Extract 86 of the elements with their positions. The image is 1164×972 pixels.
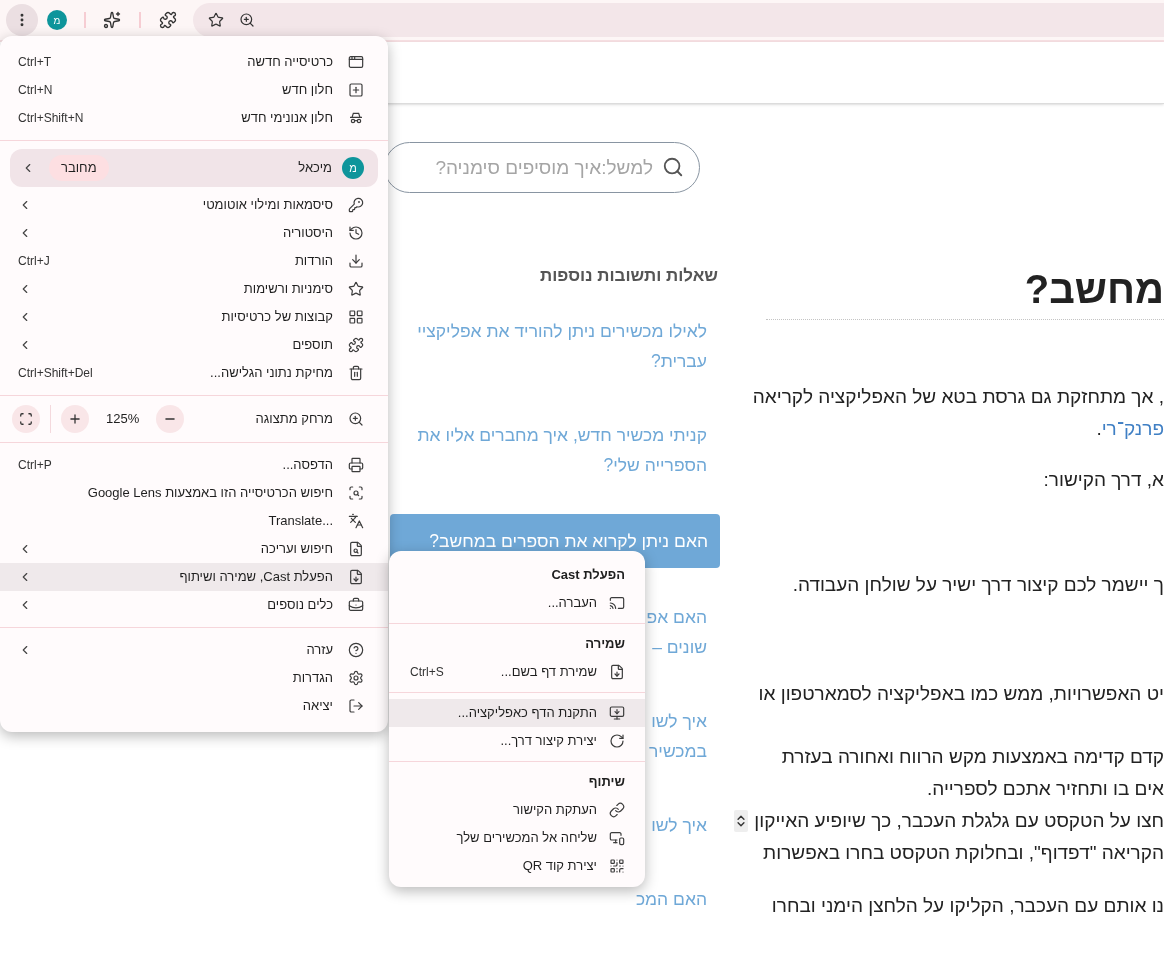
avatar: מ (342, 157, 364, 179)
help-icon (348, 642, 364, 658)
history-icon (348, 225, 364, 241)
menu-item[interactable]: יצירת קוד QR (389, 852, 645, 880)
body-text: א, דרך הקישור: (1043, 467, 1164, 492)
file-download-icon (609, 664, 625, 680)
zoom-in-button[interactable] (61, 405, 89, 433)
shortcut-label: Ctrl+T (18, 54, 51, 71)
puzzle-icon[interactable] (159, 11, 177, 29)
puzzle-icon (348, 337, 364, 353)
body-text: הקריאה "דפדוף", ובחלוקת הטקסט בחרו באפשרות (763, 840, 1164, 865)
menu-item[interactable]: סימניות ורשימות (0, 275, 388, 303)
monitor-download-icon (609, 705, 625, 721)
body-text: יט האפשרויות, ממש כמו באפליקציה לסמארטפון או (758, 681, 1164, 706)
link-icon (609, 802, 625, 818)
download-icon (348, 253, 364, 269)
search-icon (662, 156, 684, 178)
shortcut-label: Ctrl+J (18, 253, 50, 270)
file-search-icon (348, 541, 364, 557)
devices-icon (609, 830, 625, 846)
curved-arrow-icon (609, 733, 625, 749)
star-icon[interactable] (208, 12, 224, 28)
zoom-value: 125% (106, 410, 140, 429)
menu-item[interactable]: חיפוש ועריכה (0, 535, 388, 563)
shortcut-label: Ctrl+Shift+Del (18, 365, 93, 382)
zoom-label: מרחק מתצוגה (255, 410, 333, 429)
menu-item[interactable]: היסטוריה (0, 219, 388, 247)
grid-icon (348, 309, 364, 325)
printer-icon (348, 457, 364, 473)
cast-icon (609, 595, 625, 611)
sidebar-heading: שאלות ותשובות נוספות (538, 266, 719, 286)
sparkle-star-icon[interactable] (103, 11, 121, 29)
menu-item[interactable]: שליחה אל המכשירים שלך (389, 824, 645, 852)
fullscreen-icon (19, 412, 33, 426)
text-link[interactable]: פרנק־רי (1101, 414, 1164, 444)
section-heading: שמירה (584, 635, 626, 653)
menu-item[interactable]: העתקת הקישור (389, 796, 645, 824)
body-text: ך יישמר לכם קיצור דרך ישיר על שולחן העבודה. (792, 572, 1164, 597)
up-down-icon (734, 810, 749, 832)
section-heading: שיתוף (587, 773, 626, 791)
shortcut-label: Ctrl+N (18, 82, 53, 99)
menu-item[interactable]: תוספים (0, 331, 388, 359)
shortcut-label: Ctrl+S (410, 664, 444, 681)
settings-icon (348, 670, 364, 686)
menu-item[interactable]: עזרה (0, 636, 388, 664)
body-text: חצו על הטקסט עם גלגלת העכבר, כך שיופיע האייקון (754, 808, 1164, 833)
menu-item[interactable]: סיסמאות ומילוי אוטומטי (0, 191, 388, 219)
menu-item[interactable]: יציאה (0, 692, 388, 720)
key-icon (348, 197, 364, 213)
body-text: נו אותם עם העכבר, הקליקו על הלחצן הימני ובחרו (771, 893, 1164, 918)
body-text: קדם קדימה באמצעות מקש הרווח ואחורה בעזרת (781, 744, 1164, 769)
menu-item[interactable]: הגדרות (0, 664, 388, 692)
menu-item[interactable]: חיפוש הכרטיסייה הזו באמצעות Google Lens (0, 479, 388, 507)
menu-item[interactable]: הפעלת Cast, שמירה ושיתוף (0, 563, 388, 591)
plus-icon (68, 412, 82, 426)
window-icon (348, 54, 364, 70)
shortcut-label: Ctrl+Shift+N (18, 110, 84, 127)
menu-item[interactable]: קבוצות של כרטיסיות (0, 303, 388, 331)
menu-item[interactable]: העברה... (389, 589, 645, 617)
briefcase-icon (348, 597, 364, 613)
zoom-icon[interactable] (239, 12, 255, 28)
file-download-icon (348, 569, 364, 585)
menu-item[interactable]: התקנת הדף כאפליקציה... (389, 699, 645, 727)
profile-avatar[interactable]: מ (47, 10, 67, 30)
fullscreen-button[interactable] (12, 405, 40, 433)
translate-icon (348, 513, 364, 529)
zoom-out-button[interactable] (156, 405, 185, 433)
plus-square-icon (348, 82, 364, 98)
shortcut-label: Ctrl+P (18, 457, 52, 474)
incognito-icon (348, 110, 364, 126)
exit-icon (348, 698, 364, 714)
zoom-in-icon (348, 411, 364, 427)
section-heading: הפעלת Cast (550, 566, 626, 584)
star-icon (348, 281, 364, 297)
trash-icon (348, 365, 364, 381)
menu-item[interactable]: Translate... (0, 507, 388, 535)
qr-code-icon (609, 858, 625, 874)
body-text: , אך מתחזקת גם גרסת בטא של האפליקציה לקריאה (752, 384, 1164, 409)
menu-item[interactable]: כלים נוספים (0, 591, 388, 619)
article-title: מחשב? (1023, 266, 1164, 312)
status-badge: מחובר (49, 155, 109, 181)
scan-search-icon (348, 485, 364, 501)
profile-menu-item[interactable]: מ מיכאל מחובר (10, 149, 378, 187)
body-text: . (1096, 416, 1102, 441)
menu-item[interactable]: יצירת קיצור דרך... (389, 727, 645, 755)
body-text: אים בו ותחזיר אתכם לספרייה. (927, 776, 1164, 801)
